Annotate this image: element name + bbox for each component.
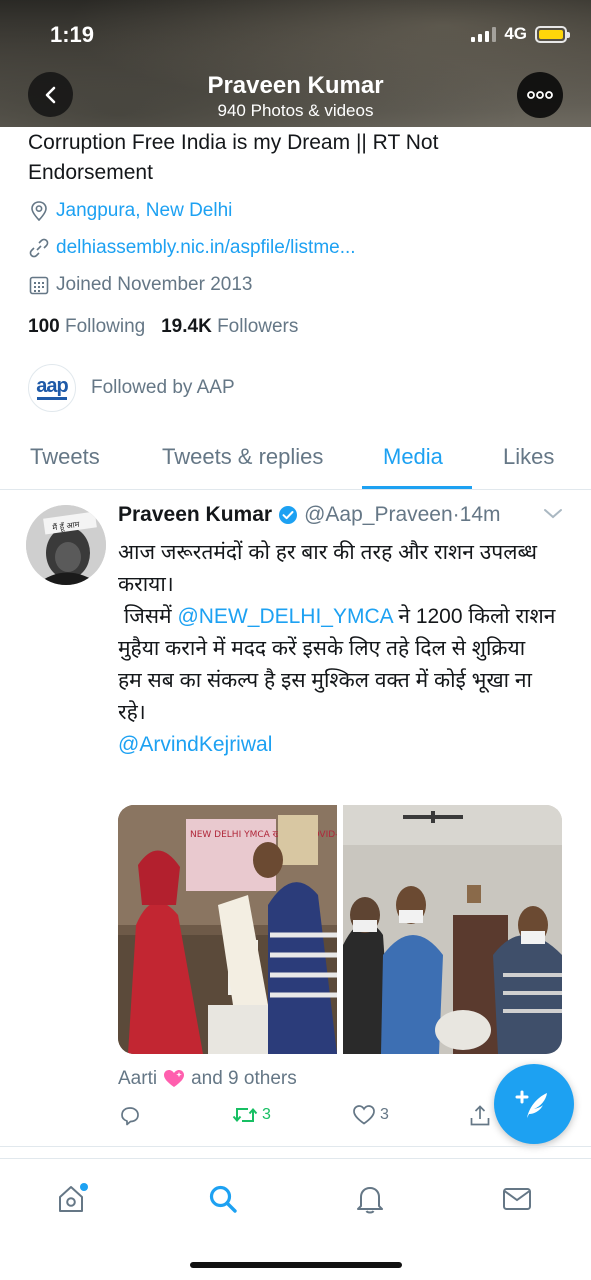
followers-label: Followers [217,316,299,337]
followed-by-text: Followed by AAP [91,377,235,398]
tab-tweets[interactable]: Tweets [30,444,100,470]
tweet-photo-1[interactable]: NEW DELHI YMCA खाद्य वित COVID-19 [118,805,337,1054]
compose-icon [515,1090,547,1118]
location-icon [28,200,50,222]
messages-icon [503,1188,531,1210]
mention-kejriwal[interactable]: @ArvindKejriwal [118,729,558,761]
following-link[interactable]: 100 Following [28,316,145,337]
reply-icon [121,1107,139,1126]
network-type: 4G [504,24,527,43]
tweet-line-2: जिसमें @NEW_DELHI_YMCA ने 1200 किलो राशन… [118,601,558,665]
retweet-icon [232,1107,258,1123]
like-button[interactable]: 3 [352,1104,389,1126]
following-count: 100 [28,316,60,337]
calendar-icon [28,274,50,296]
signal-icon [471,26,497,42]
followers-link[interactable]: 19.4K Followers [161,316,298,337]
tweet-line-1: आज जरूरतमंदों को हर बार की तरह और राशन उ… [118,541,543,596]
tweet-author-handle[interactable]: @Aap_Praveen [304,503,453,527]
aap-logo-text: aap [36,374,68,397]
battery-icon [535,25,570,43]
reply-button[interactable] [118,1104,142,1128]
tweet-media: NEW DELHI YMCA खाद्य वित COVID-19 [118,805,562,1054]
liked-by-others: and 9 others [191,1068,297,1089]
like-icon [353,1105,375,1125]
joined-text: Joined November 2013 [56,274,253,295]
profile-header: 1:19 4G Praveen Kumar 940 Photos & video… [0,0,591,127]
nav-search[interactable] [203,1179,243,1219]
retweet-button[interactable]: 3 [232,1104,271,1126]
more-icon [527,91,553,99]
tweet-photo-2[interactable] [343,805,562,1054]
tweet-time: 14m [459,503,501,526]
photo-2-image [343,805,562,1054]
tweet-time-separator: · [452,503,460,526]
tweet-options-chevron-icon[interactable] [542,506,564,522]
profile-tabs: Tweets Tweets & replies Media Likes [0,436,591,490]
tweet-line-2-prefix: जिसमें [118,605,178,628]
follow-counts: 100 Following 19.4K Followers [28,316,298,338]
search-icon [209,1185,237,1213]
location-text: Jangpura, New Delhi [56,200,233,221]
following-label: Following [64,316,146,337]
feed-divider [0,1146,591,1158]
tweet-author-name[interactable]: Praveen Kumar [118,503,272,527]
tweet-author-avatar[interactable]: मैं हूँ आम [26,505,106,585]
nav-notifications[interactable] [350,1179,390,1219]
profile-bio: Corruption Free India is my Dream || RT … [28,131,439,184]
website-link[interactable]: delhiassembly.nic.in/aspfile/listme... [56,237,356,259]
tab-media[interactable]: Media [383,444,443,470]
more-button[interactable] [517,72,563,118]
like-count: 3 [380,1106,389,1123]
retweet-count: 3 [262,1106,271,1123]
profile-location: Jangpura, New Delhi [28,200,232,222]
status-indicators: 4G [471,24,570,44]
share-icon [470,1105,490,1126]
share-button[interactable] [468,1104,492,1128]
liked-by-name: Aarti [118,1068,158,1089]
photo-1-image: NEW DELHI YMCA खाद्य वित COVID-19 [118,805,337,1054]
home-indicator[interactable] [190,1262,402,1268]
link-icon [28,237,50,259]
home-icon [59,1183,88,1212]
profile-website[interactable]: delhiassembly.nic.in/aspfile/listme... [28,237,356,259]
avatar-photo: मैं हूँ आम [26,505,106,585]
tab-tweets-replies[interactable]: Tweets & replies [162,444,323,470]
tweet-header: Praveen Kumar @Aap_Praveen · 14m [118,503,501,527]
mention-ymca[interactable]: @NEW_DELHI_YMCA [177,605,392,628]
compose-tweet-button[interactable] [494,1064,574,1144]
active-tab-indicator [362,486,472,489]
tab-likes[interactable]: Likes [503,444,554,470]
nav-messages[interactable] [497,1179,537,1219]
header-name: Praveen Kumar [207,72,384,99]
sparkling-heart-icon [164,1070,185,1087]
nav-home[interactable] [52,1179,92,1219]
notifications-icon [357,1187,383,1214]
followed-by-row[interactable]: aap Followed by AAP [28,364,235,412]
verified-icon [279,506,298,524]
profile-joined: Joined November 2013 [28,274,252,296]
tweet-text: आज जरूरतमंदों को हर बार की तरह और राशन उ… [118,537,558,761]
tweet-actions: 3 3 [118,1104,498,1134]
tweet-line-3: हम सब का संकल्प है इस मुश्किल वक्त में क… [118,669,538,724]
liked-by-line[interactable]: Aarti and 9 others [118,1068,297,1090]
header-title-block: Praveen Kumar 940 Photos & videos [0,72,591,121]
status-time: 1:19 [50,22,95,47]
aap-logo-underline [37,396,67,400]
aap-avatar: aap [28,364,76,412]
followers-count: 19.4K [161,316,212,337]
header-subtitle: 940 Photos & videos [217,101,374,120]
